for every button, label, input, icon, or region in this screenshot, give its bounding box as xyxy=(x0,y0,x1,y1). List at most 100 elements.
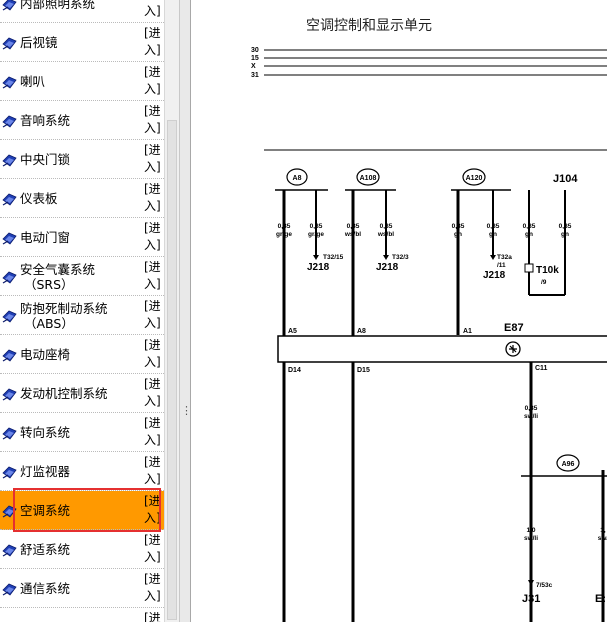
sidebar-item-label[interactable]: 电动门窗 xyxy=(20,230,70,246)
enter-link[interactable]: [进入] xyxy=(144,376,162,410)
enter-link-partial[interactable]: [进 xyxy=(144,610,162,622)
enter-link[interactable]: [进入] xyxy=(144,142,162,176)
book-icon xyxy=(2,348,17,362)
sidebar-item-label[interactable]: 防抱死制动系统 xyxy=(20,301,108,317)
enter-link[interactable]: [进入] xyxy=(144,415,162,449)
sidebar-item[interactable]: 通信系统 [进入] xyxy=(0,569,164,608)
selection-highlight-box xyxy=(13,488,161,532)
book-icon xyxy=(2,582,17,596)
pane-splitter[interactable]: ⋮ xyxy=(179,0,192,622)
enter-link[interactable]: [进入] xyxy=(144,259,162,293)
scrollbar-thumb[interactable] xyxy=(167,120,177,620)
sidebar-item[interactable]: 仪表板 [进入] xyxy=(0,179,164,218)
sidebar-item[interactable]: 电动座椅 [进入] xyxy=(0,335,164,374)
label-j218-1: J218 xyxy=(307,262,330,273)
wire-4-color: ws/bl xyxy=(377,231,394,238)
pin-d15: D15 xyxy=(357,367,370,374)
label-t10k-pin: /9 xyxy=(541,279,547,286)
sidebar-item-label[interactable]: 中央门锁 xyxy=(20,152,70,168)
sidebar-item[interactable]: 灯监视器 [进入] xyxy=(0,452,164,491)
sidebar-item[interactable]: 内部照明系统 [进入] xyxy=(0,0,164,23)
enter-link[interactable]: [进入] xyxy=(144,298,162,332)
label-t10k: T10k xyxy=(536,265,559,276)
sidebar-item[interactable]: 舒适系统 [进入] xyxy=(0,530,164,569)
book-icon xyxy=(2,192,17,206)
book-icon xyxy=(2,231,17,245)
label-t32a: T32a xyxy=(497,254,512,261)
wiring-schematic: 30 15 X 31 A8 A108 A120 J104 0,35 gr/ge … xyxy=(251,47,607,622)
sidebar-item-label[interactable]: 通信系统 xyxy=(20,581,70,597)
label-j31: J31 xyxy=(522,593,540,605)
enter-link[interactable]: [进入] xyxy=(144,103,162,137)
control-unit-e87: E87 xyxy=(277,322,607,363)
wire-11-color: sw/ xyxy=(598,535,607,542)
sidebar-item-label[interactable]: 转向系统 xyxy=(20,425,70,441)
sidebar-item-label[interactable]: 灯监视器 xyxy=(20,464,70,480)
pin-a8: A8 xyxy=(357,328,366,335)
sidebar-item-label[interactable]: 舒适系统 xyxy=(20,542,70,558)
sidebar-scrollbar[interactable] xyxy=(164,0,179,622)
label-t32-15: T32/15 xyxy=(323,254,344,261)
rail-label-30: 30 xyxy=(251,47,259,54)
enter-link[interactable]: [进入] xyxy=(144,181,162,215)
sidebar-item[interactable]: 喇叭 [进入] xyxy=(0,62,164,101)
wire-2-size: 0,35 xyxy=(310,223,323,230)
book-icon xyxy=(2,75,17,89)
enter-link[interactable]: [进入] xyxy=(144,64,162,98)
sidebar-item-label[interactable]: 后视镜 xyxy=(20,35,58,51)
label-e-cut: E: xyxy=(595,593,606,605)
rail-label-31: 31 xyxy=(251,72,259,79)
sidebar-item-label[interactable]: 喇叭 xyxy=(20,74,45,90)
enter-link[interactable]: [进入] xyxy=(144,0,162,20)
sidebar-item[interactable]: 电动门窗 [进入] xyxy=(0,218,164,257)
svg-text:A8: A8 xyxy=(293,175,302,182)
wire-6-color: gn xyxy=(489,231,497,238)
enter-link[interactable]: [进入] xyxy=(144,532,162,566)
book-icon xyxy=(2,387,17,401)
book-icon xyxy=(2,114,17,128)
wire-7-color: gn xyxy=(525,231,533,238)
wire-1-size: 0,35 xyxy=(278,223,291,230)
wire-7-size: 0,35 xyxy=(523,223,536,230)
label-j104: J104 xyxy=(553,173,578,185)
sidebar-item-label[interactable]: 仪表板 xyxy=(20,191,58,207)
wire-5-color: gn xyxy=(454,231,462,238)
sidebar-item[interactable]: 安全气囊系统 （SRS） [进入] xyxy=(0,257,164,296)
svg-text:A120: A120 xyxy=(466,175,483,182)
wire-11-size: 1, xyxy=(600,527,606,534)
sidebar-item[interactable]: 中央门锁 [进入] xyxy=(0,140,164,179)
book-icon xyxy=(2,270,17,284)
pin-d14: D14 xyxy=(288,367,301,374)
sidebar-item-label[interactable]: 内部照明系统 xyxy=(20,0,95,12)
sidebar-item-sublabel: （ABS） xyxy=(24,316,74,331)
connector-a96: A96 xyxy=(521,454,607,477)
sidebar-item-label[interactable]: 音响系统 xyxy=(20,113,70,129)
sidebar-item[interactable]: 音响系统 [进入] xyxy=(0,101,164,140)
book-icon xyxy=(2,0,17,11)
wire-8-size: 0,35 xyxy=(559,223,572,230)
enter-link[interactable]: [进入] xyxy=(144,220,162,254)
sidebar-item[interactable]: 防抱死制动系统 （ABS） [进入] xyxy=(0,296,164,335)
sidebar-item[interactable]: 后视镜 [进入] xyxy=(0,23,164,62)
sidebar-item-label[interactable]: 发动机控制系统 xyxy=(20,386,108,402)
book-icon xyxy=(2,426,17,440)
label-j218-2: J218 xyxy=(376,262,399,273)
enter-link[interactable]: [进入] xyxy=(144,337,162,371)
book-icon xyxy=(2,465,17,479)
pin-7-53c: 7/53c xyxy=(536,582,553,589)
sidebar-item-label[interactable]: 安全气囊系统 xyxy=(20,262,95,278)
pin-c11: C11 xyxy=(535,365,548,372)
enter-link[interactable]: [进入] xyxy=(144,454,162,488)
book-icon xyxy=(2,543,17,557)
book-icon xyxy=(2,153,17,167)
enter-link[interactable]: [进入] xyxy=(144,571,162,605)
sidebar-item[interactable]: 转向系统 [进入] xyxy=(0,413,164,452)
sidebar-item[interactable]: 发动机控制系统 [进入] xyxy=(0,374,164,413)
connector-a8: A8 xyxy=(275,168,328,191)
rail-label-x: X xyxy=(251,63,256,70)
sidebar-item-label[interactable]: 电动座椅 xyxy=(20,347,70,363)
book-icon xyxy=(2,36,17,50)
enter-link[interactable]: [进入] xyxy=(144,25,162,59)
arrow-j31 xyxy=(528,580,534,586)
connector-a108: A108 xyxy=(345,168,396,191)
